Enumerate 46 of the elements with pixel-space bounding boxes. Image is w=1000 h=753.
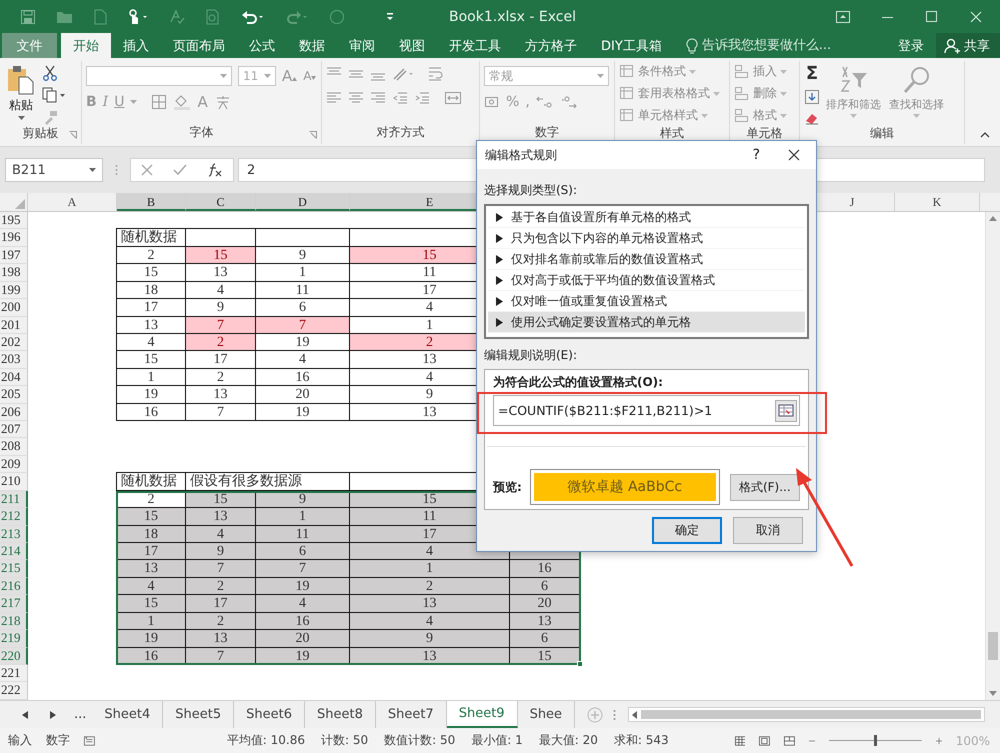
format-preview: 微软卓越 AaBbCc [530, 469, 720, 505]
table-cell: 19 [116, 629, 186, 648]
table-cell: 15 [185, 246, 256, 264]
status-statistic: 最小值: 1 [471, 732, 523, 749]
group-label: 字体 [188, 124, 214, 141]
table-cell: 7 [185, 316, 256, 334]
table-cell: 随机数据 [116, 472, 186, 491]
group-label: 编辑 [869, 125, 895, 142]
table-cell: 7 [185, 559, 256, 578]
dialog-title: 编辑格式规则 [485, 146, 557, 164]
status-statistic: 求和: 543 [614, 732, 669, 749]
window-title: Book1.xlsx - Excel [449, 8, 577, 24]
table-cell: 13 [116, 559, 186, 578]
group-label: 剪贴板 [22, 125, 60, 142]
group-label: 对齐方式 [376, 124, 426, 141]
table-cell: 16 [509, 559, 580, 578]
table-cell: 17 [185, 594, 256, 613]
zoom-level: 100% [956, 734, 990, 748]
table-cell: 1 [255, 507, 350, 526]
table-cell: 6 [509, 629, 580, 648]
table-cell: 13 [185, 507, 256, 526]
table-cell: 16 [116, 402, 186, 422]
table-cell: 13 [349, 594, 510, 613]
table-cell: 15 [116, 594, 186, 613]
table-cell: 1 [349, 559, 510, 578]
num-lock-indicator: 数字 [46, 732, 70, 749]
mode-indicator: 输入 [8, 732, 32, 749]
group-label: 样式 [659, 125, 685, 142]
table-cell: 17 [116, 542, 186, 560]
group-label: 数字 [534, 124, 560, 141]
status-statistic: 数值计数: 50 [384, 732, 456, 749]
table-cell: 9 [349, 629, 510, 648]
table-cell: 随机数据 [116, 228, 186, 247]
table-cell: 20 [255, 629, 350, 648]
table-cell: 7 [255, 316, 350, 334]
table-cell: 6 [255, 542, 350, 560]
table-cell: 7 [255, 559, 350, 578]
group-label: 单元格 [746, 125, 783, 142]
table-cell: 20 [509, 594, 580, 613]
table-cell: 9 [185, 542, 256, 560]
table-cell: 15 [116, 507, 186, 526]
status-statistic: 最大值: 20 [538, 732, 598, 749]
status-statistic: 计数: 50 [321, 732, 368, 749]
status-statistic: 平均值: 10.86 [226, 732, 305, 749]
table-cell: 13 [185, 629, 256, 648]
table-cell: 4 [255, 594, 350, 613]
